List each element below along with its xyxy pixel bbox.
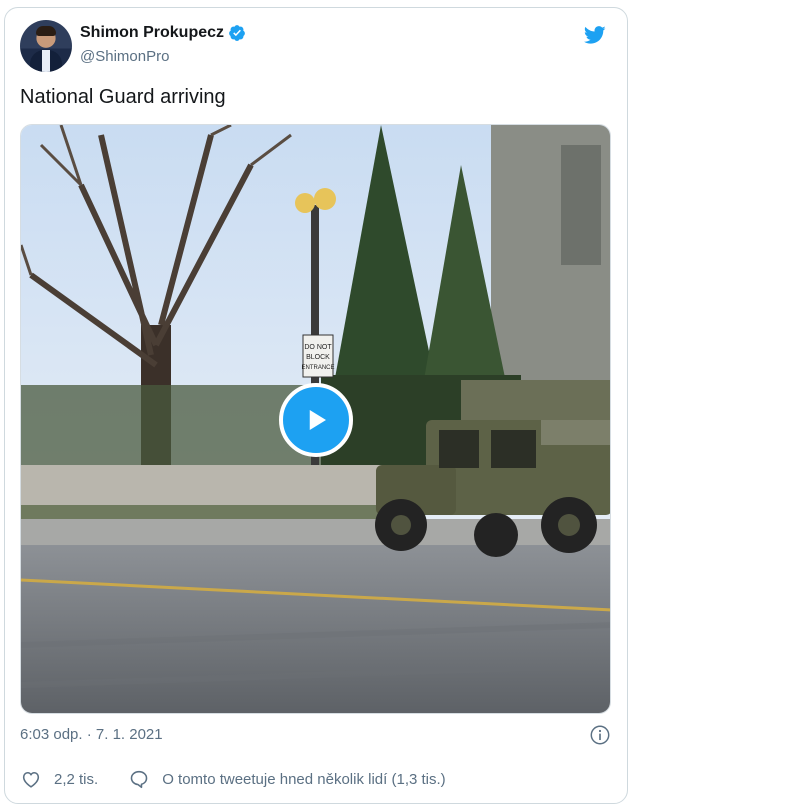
tweet-actions: 2,2 tis. O tomto tweetuje hned několik l… [20,768,612,790]
sign-line-3: ENTRANCE [301,365,334,371]
author-handle[interactable]: @ShimonPro [80,48,169,65]
twitter-bird-icon[interactable] [582,24,608,46]
tweet-card[interactable]: Shimon Prokupecz @ShimonPro National Gua… [4,7,628,804]
info-icon[interactable] [589,724,611,746]
like-count: 2,2 tis. [54,770,99,788]
avatar[interactable] [20,20,72,72]
author-name-row[interactable]: Shimon Prokupecz [80,24,246,42]
heart-icon [22,771,40,788]
sign-line-2: BLOCK [306,354,330,361]
tweet-timestamp[interactable]: 6:03 odp. · 7. 1. 2021 [20,726,163,743]
tweet-header: Shimon Prokupecz @ShimonPro [20,20,612,72]
conversation-link[interactable]: O tomto tweetuje hned několik lidí (1,3 … [128,768,446,790]
like-button[interactable]: 2,2 tis. [20,768,98,790]
speech-bubble-icon [130,770,148,789]
play-icon [309,410,326,430]
conversation-text: O tomto tweetuje hned několik lidí (1,3 … [162,770,446,788]
video-player[interactable]: DO NOT BLOCK ENTRANCE [20,124,611,714]
verified-badge-icon [229,25,245,41]
sign-line-1: DO NOT [304,344,332,351]
author-display-name[interactable]: Shimon Prokupecz [80,24,224,42]
play-button[interactable] [279,383,353,457]
tweet-text: National Guard arriving [20,86,226,108]
